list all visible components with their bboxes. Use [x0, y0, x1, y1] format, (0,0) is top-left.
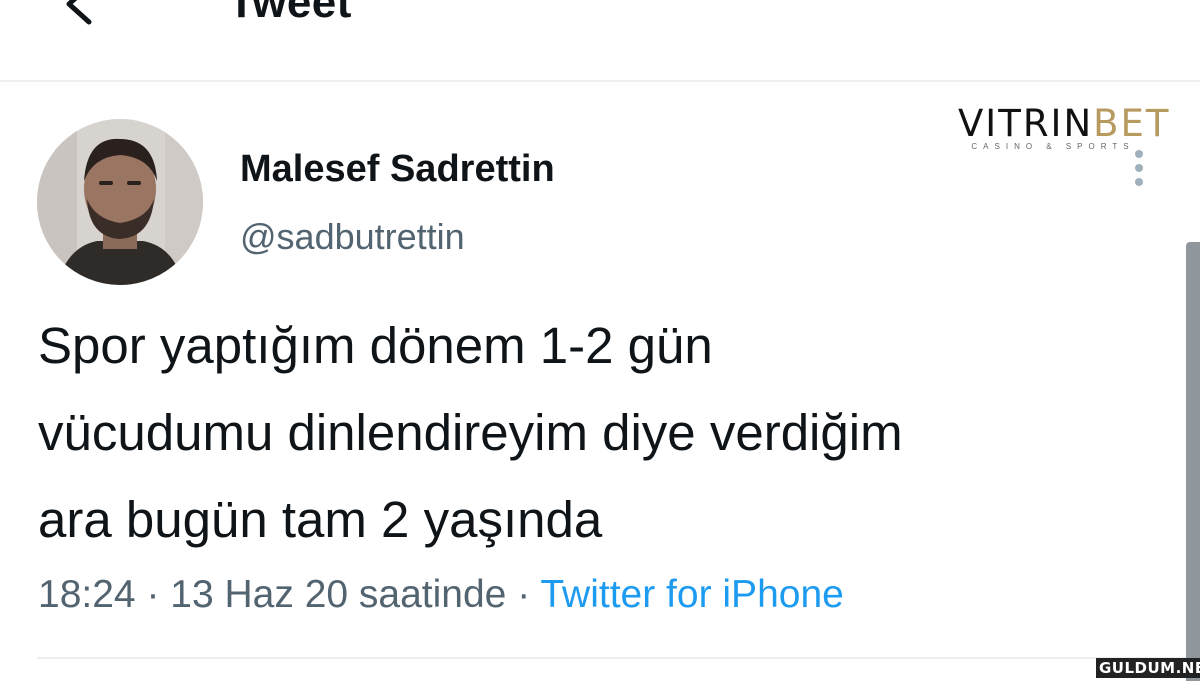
more-vertical-icon-dot — [1135, 178, 1143, 186]
vitrinbet-logo: VITRINBET CASINO & SPORTS — [958, 102, 1168, 152]
tweet-text-line: ara bugün tam 2 yaşında — [38, 491, 603, 548]
tweet-date[interactable]: 13 Haz 20 saatinde — [170, 573, 506, 616]
profile-photo — [37, 119, 203, 285]
meta-separator: · — [517, 573, 531, 616]
tweet-text: Spor yaptığım dönem 1-2 gün vücudumu din… — [38, 302, 1178, 563]
author-display-name[interactable]: Malesef Sadrettin — [240, 148, 555, 191]
author-handle[interactable]: @sadbutrettin — [240, 216, 465, 258]
more-vertical-icon — [1135, 150, 1143, 158]
logo-wordmark-right: BET — [1093, 102, 1171, 145]
back-button[interactable] — [55, 0, 103, 28]
top-bar: Tweet — [0, 0, 1200, 82]
site-watermark: GULDUM.NET — [1096, 658, 1200, 678]
tweet-text-line: Spor yaptığım dönem 1-2 gün — [38, 317, 713, 374]
divider — [37, 657, 1200, 659]
page-title: Tweet — [228, 0, 352, 27]
more-options-button[interactable] — [1128, 150, 1150, 190]
meta-separator: · — [146, 573, 160, 616]
tweet-text-line: vücudumu dinlendireyim diye verdiğim — [38, 404, 903, 461]
tweet-metadata: 18:24 · 13 Haz 20 saatinde · Twitter for… — [38, 573, 844, 617]
logo-wordmark: VITRINBET — [958, 102, 1168, 145]
avatar[interactable] — [37, 119, 203, 285]
logo-tagline: CASINO & SPORTS — [971, 142, 1135, 151]
tweet-source-link[interactable]: Twitter for iPhone — [540, 573, 843, 616]
back-arrow-icon — [66, 0, 92, 25]
more-vertical-icon-dot — [1135, 164, 1143, 172]
tweet-time[interactable]: 18:24 — [38, 573, 136, 616]
logo-wordmark-left: VITRIN — [958, 102, 1094, 145]
scrollbar[interactable] — [1186, 242, 1200, 681]
